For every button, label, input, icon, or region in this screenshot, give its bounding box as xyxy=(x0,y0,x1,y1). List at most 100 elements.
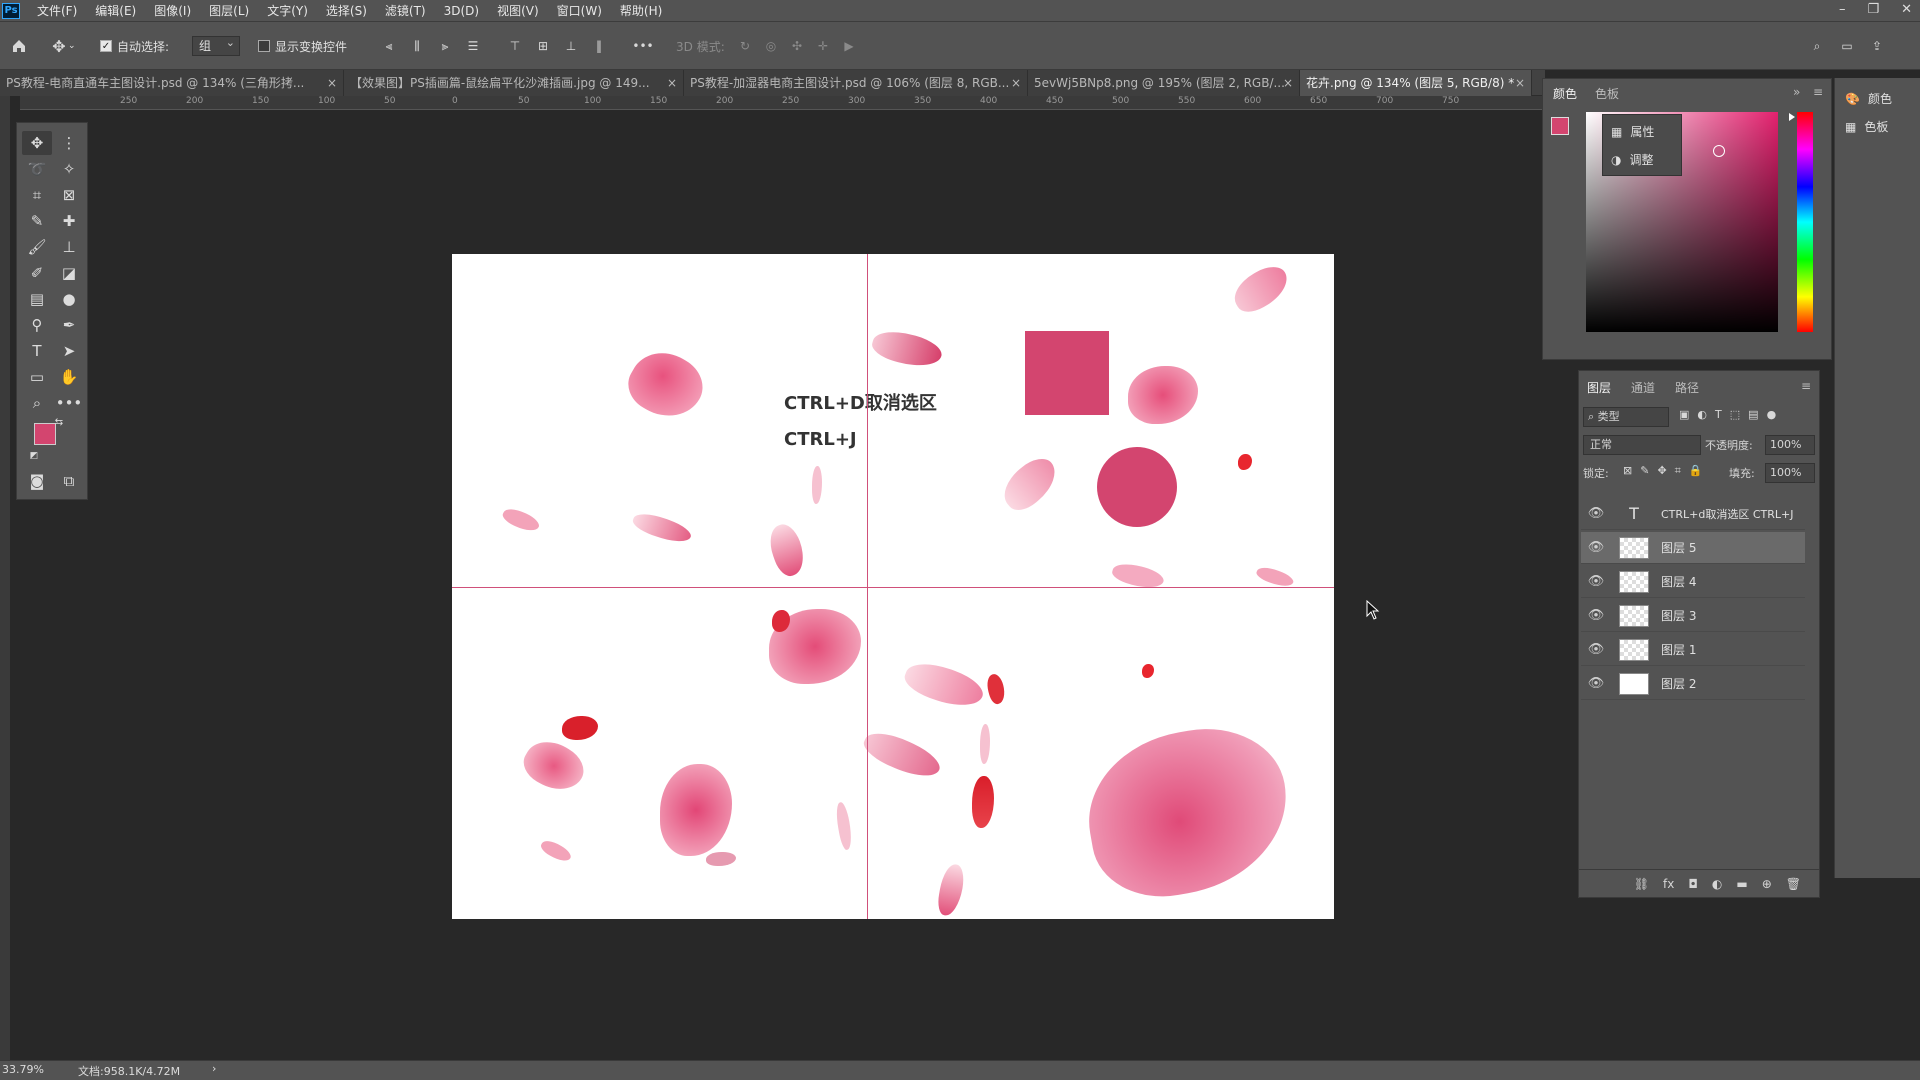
canvas-text-line-2[interactable]: CTRL+J xyxy=(784,429,857,450)
brush-tool-icon[interactable]: 🖌 xyxy=(22,235,52,259)
align-top-icon[interactable]: ⊤ xyxy=(506,37,524,55)
align-center-icon[interactable]: ⫼ xyxy=(408,37,426,55)
zoom-tool-icon[interactable]: ⌕ xyxy=(22,391,52,415)
layer-row[interactable]: 👁 图层 1 xyxy=(1581,634,1805,666)
close-icon[interactable]: × xyxy=(327,70,337,96)
lock-position-icon[interactable]: ✥ xyxy=(1657,464,1666,478)
doc-tab-1[interactable]: PS教程-电商直通车主图设计.psd @ 134% (三角形拷... × xyxy=(0,70,344,96)
quick-mask-icon[interactable]: ◙ xyxy=(22,469,52,493)
layer-filter-dropdown[interactable]: ⌕ 类型 xyxy=(1583,407,1669,427)
align-left-icon[interactable]: ⫷ xyxy=(380,37,398,55)
edit-toolbar-icon[interactable]: ••• xyxy=(54,391,84,415)
eraser-icon[interactable]: ◪ xyxy=(54,261,84,285)
menu-view[interactable]: 视图(V) xyxy=(488,0,548,22)
filter-adjustment-icon[interactable]: ◐ xyxy=(1697,408,1707,421)
align-middle-icon[interactable]: ⊞ xyxy=(534,37,552,55)
type-tool-icon[interactable]: T xyxy=(22,339,52,363)
tab-color[interactable]: 颜色 xyxy=(1553,85,1577,102)
lock-artboard-icon[interactable]: ⌗ xyxy=(1675,464,1681,478)
align-right-icon[interactable]: ⫸ xyxy=(436,37,454,55)
hue-slider-handle-icon[interactable] xyxy=(1789,113,1795,121)
horizontal-ruler[interactable]: 250 200 150 100 50 0 50 100 150 200 250 … xyxy=(20,96,1545,110)
menu-properties[interactable]: ▦ 属性 xyxy=(1611,123,1654,140)
doc-tab-3[interactable]: PS教程-加湿器电商主图设计.psd @ 106% (图层 8, RGB... … xyxy=(684,70,1028,96)
filter-shape-icon[interactable]: ⬚ xyxy=(1730,408,1740,421)
hue-slider[interactable] xyxy=(1797,112,1813,332)
filter-smart-object-icon[interactable]: ▤ xyxy=(1748,408,1758,421)
share-icon[interactable]: ⇪ xyxy=(1868,37,1886,55)
doc-tab-2[interactable]: 【效果图】PS插画篇-鼠绘扁平化沙滩插画.jpg @ 149... × xyxy=(344,70,684,96)
align-bottom-icon[interactable]: ⊥ xyxy=(562,37,580,55)
healing-brush-icon[interactable]: ✚ xyxy=(54,209,84,233)
menu-help[interactable]: 帮助(H) xyxy=(611,0,671,22)
menu-filter[interactable]: 滤镜(T) xyxy=(376,0,435,22)
pink-circle-shape[interactable] xyxy=(1097,447,1177,527)
close-icon[interactable]: ✕ xyxy=(1901,0,1912,20)
panel-menu-icon[interactable]: ≡ xyxy=(1801,379,1811,393)
auto-select-checkbox[interactable]: ✓ 自动选择: xyxy=(100,36,169,56)
horizontal-guide[interactable] xyxy=(452,587,1334,588)
magic-wand-icon[interactable]: ✧ xyxy=(54,157,84,181)
show-transform-checkbox[interactable]: 显示变换控件 xyxy=(258,36,347,56)
tab-swatches[interactable]: 色板 xyxy=(1595,85,1619,102)
minimize-icon[interactable]: – xyxy=(1839,0,1846,20)
menu-select[interactable]: 选择(S) xyxy=(317,0,376,22)
eye-visibility-icon[interactable]: 👁 xyxy=(1581,676,1611,691)
lock-transparency-icon[interactable]: ⊠ xyxy=(1623,464,1632,478)
color-picker-cursor-icon[interactable] xyxy=(1713,145,1725,157)
menu-window[interactable]: 窗口(W) xyxy=(548,0,611,22)
move-tool-icon[interactable]: ✥ xyxy=(22,131,52,155)
home-icon[interactable] xyxy=(10,36,28,56)
document-canvas[interactable]: CTRL+D取消选区 CTRL+J xyxy=(452,254,1334,919)
pink-square-shape[interactable] xyxy=(1025,331,1109,415)
gradient-tool-icon[interactable]: ▤ xyxy=(22,287,52,311)
opacity-input[interactable]: 100% xyxy=(1765,435,1815,455)
panel-collapse-icon[interactable]: » xyxy=(1793,85,1800,99)
layer-row[interactable]: 👁 图层 2 xyxy=(1581,668,1805,700)
history-brush-icon[interactable]: ✐ xyxy=(22,261,52,285)
pen-tool-icon[interactable]: ✒ xyxy=(54,313,84,337)
filter-toggle-icon[interactable]: ● xyxy=(1767,408,1777,421)
menu-3d[interactable]: 3D(D) xyxy=(435,0,488,22)
layer-row[interactable]: 👁 图层 4 xyxy=(1581,566,1805,598)
more-options-icon[interactable]: ••• xyxy=(632,37,653,55)
canvas-text-line-1[interactable]: CTRL+D取消选区 xyxy=(784,389,937,415)
blur-tool-icon[interactable]: ● xyxy=(54,287,84,311)
layer-row-selected[interactable]: 👁 图层 5 xyxy=(1581,532,1805,564)
new-layer-icon[interactable]: ⊕ xyxy=(1762,877,1772,891)
doc-tab-4[interactable]: 5evWj5BNp8.png @ 195% (图层 2, RGB/... × xyxy=(1028,70,1300,96)
eye-visibility-icon[interactable]: 👁 xyxy=(1581,506,1611,521)
swap-colors-icon[interactable]: ⇆ xyxy=(51,415,67,429)
close-icon[interactable]: × xyxy=(1283,70,1293,96)
menu-file[interactable]: 文件(F) xyxy=(28,0,86,22)
auto-select-dropdown[interactable]: 组 xyxy=(192,34,240,56)
eye-visibility-icon[interactable]: 👁 xyxy=(1581,608,1611,623)
marquee-tool-icon[interactable]: ⋮ xyxy=(54,131,84,155)
fill-input[interactable]: 100% xyxy=(1765,463,1815,483)
vertical-ruler[interactable] xyxy=(0,96,10,1060)
3d-slide-icon[interactable]: ✛ xyxy=(814,37,832,55)
restore-icon[interactable]: ❐ xyxy=(1867,0,1879,20)
doc-tab-5-active[interactable]: 花卉.png @ 134% (图层 5, RGB/8) * × xyxy=(1300,70,1532,96)
lasso-tool-icon[interactable]: ➰ xyxy=(22,157,52,181)
tab-layers[interactable]: 图层 xyxy=(1587,379,1611,396)
add-mask-icon[interactable]: ◘ xyxy=(1688,877,1698,891)
chevron-right-icon[interactable]: › xyxy=(212,1062,216,1075)
distribute-icon[interactable]: ☰ xyxy=(464,37,482,55)
move-tool-preset-icon[interactable]: ✥ ⌄ xyxy=(50,36,75,56)
close-icon[interactable]: × xyxy=(667,70,677,96)
3d-roll-icon[interactable]: ◎ xyxy=(762,37,780,55)
layer-style-fx-icon[interactable]: fx xyxy=(1663,877,1674,891)
layer-row-text[interactable]: 👁 T CTRL+d取消选区 CTRL+J xyxy=(1581,498,1805,530)
layer-row[interactable]: 👁 图层 3 xyxy=(1581,600,1805,632)
crop-tool-icon[interactable]: ⌗ xyxy=(22,183,52,207)
default-colors-icon[interactable]: ◩ xyxy=(27,449,41,463)
strip-color[interactable]: 🎨 颜色 xyxy=(1845,90,1892,107)
menu-type[interactable]: 文字(Y) xyxy=(258,0,317,22)
path-select-icon[interactable]: ➤ xyxy=(54,339,84,363)
3d-orbit-icon[interactable]: ↻ xyxy=(736,37,754,55)
filter-type-icon[interactable]: T xyxy=(1715,408,1722,421)
menu-edit[interactable]: 编辑(E) xyxy=(86,0,145,22)
eye-visibility-icon[interactable]: 👁 xyxy=(1581,642,1611,657)
filter-pixel-icon[interactable]: ▣ xyxy=(1679,408,1689,421)
